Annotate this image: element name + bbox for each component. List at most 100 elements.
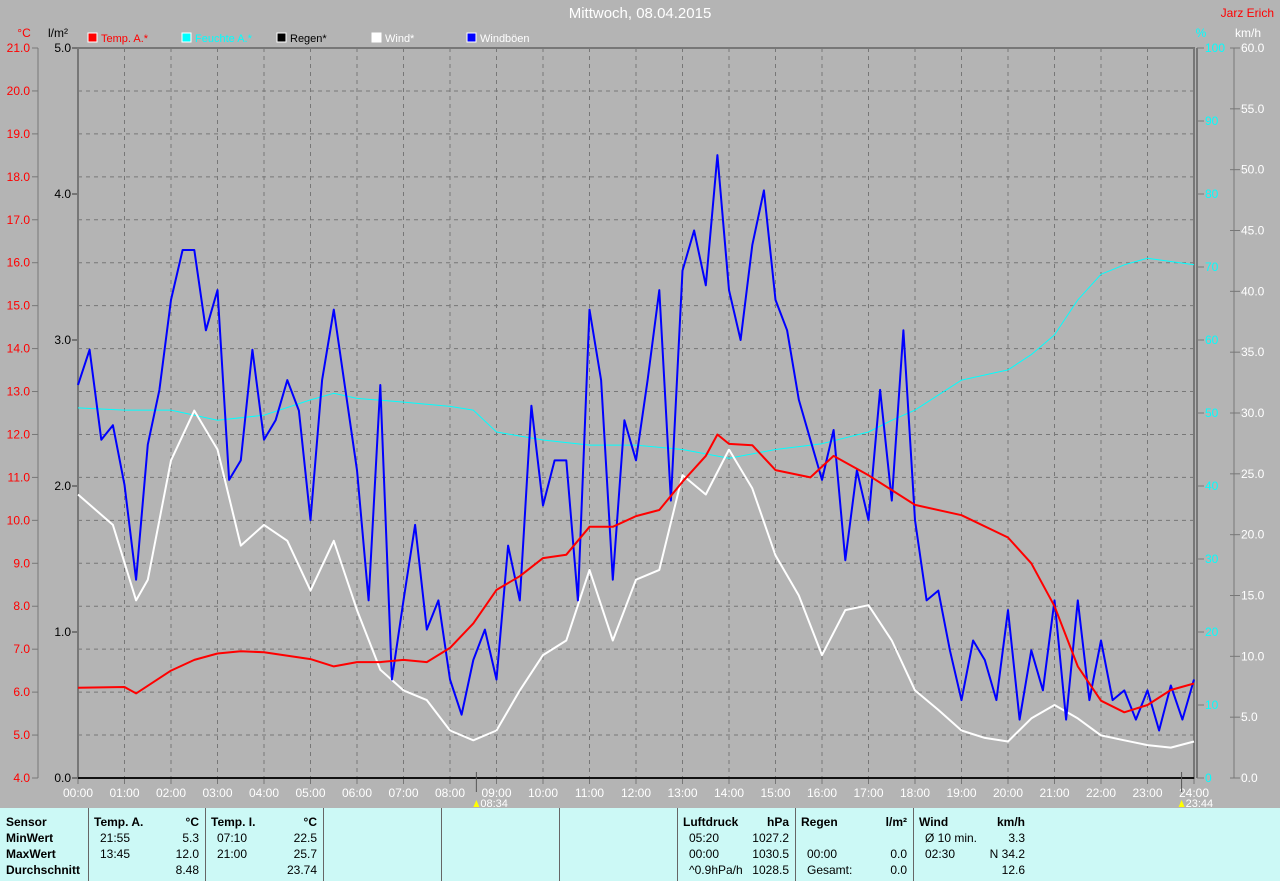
legend-swatch-2 [276,32,287,43]
legend-swatch-1 [181,32,192,43]
humidity-tick-label: 20 [1205,625,1219,639]
x-tick-label: 06:00 [342,786,372,800]
x-tick-label: 15:00 [760,786,790,800]
legend-swatch-3 [371,32,382,43]
temp_a-value: 8.48 [175,863,199,877]
rain-time: Gesamt: [807,863,853,877]
wind-tick-label: 10.0 [1241,649,1265,663]
x-tick-label: 01:00 [109,786,139,800]
rain-unit: l/m² [885,815,907,829]
pressure-time: 05:20 [689,831,720,845]
temp_i-time: 21:00 [217,847,248,861]
annotation-label: 23:44 [1186,798,1214,808]
temp-unit-label: °C [17,26,31,40]
series-line-temp-a- [77,433,1195,714]
wind-tick-label: 20.0 [1241,528,1265,542]
wind-time: Ø 10 min. [925,831,978,845]
summary-panel: Sensor MinWert MaxWert Durchschnitt Temp… [0,808,1280,881]
wind-value: N 34.2 [989,847,1025,861]
pressure-time: 00:00 [689,847,720,861]
row-label-min: MinWert [6,831,54,845]
x-tick-label: 18:00 [900,786,930,800]
x-tick-label: 22:00 [1086,786,1116,800]
wind-header: Wind [919,815,949,829]
x-tick-label: 16:00 [807,786,837,800]
row-label-max: MaxWert [6,847,56,861]
wind-tick-label: 5.0 [1241,710,1258,724]
wind-column: Wind km/h Ø 10 min. 3.3 02:30 N 34.2 12.6 [913,808,1031,881]
x-tick-label: 05:00 [295,786,325,800]
temp-tick-label: 11.0 [8,470,31,484]
pressure-value: 1028.5 [752,863,789,877]
x-tick-label: 17:00 [853,786,883,800]
rain-value: 0.0 [890,847,907,861]
temp-tick-label: 12.0 [7,427,31,441]
wind-tick-label: 0.0 [1241,771,1258,785]
legend-label: Feuchte A.* [195,33,253,45]
pressure-header: Luftdruck [683,815,739,829]
temp-tick-label: 19.0 [7,127,31,141]
x-tick-label: 20:00 [993,786,1023,800]
wind-tick-label: 40.0 [1241,284,1265,298]
x-tick-label: 21:00 [1039,786,1069,800]
pressure-time: ^0.9hPa/h [689,863,743,877]
temp_a-unit: °C [185,815,199,829]
x-tick-label: 23:00 [1132,786,1162,800]
temp-tick-label: 15.0 [7,299,31,313]
empty-column [323,808,442,881]
humidity-unit-label: % [1196,26,1207,40]
row-label-avg: Durchschnitt [6,863,81,877]
temp-tick-label: 17.0 [7,213,31,227]
moon-icon [1178,800,1185,807]
wind-tick-label: 60.0 [1241,41,1265,55]
x-tick-label: 03:00 [202,786,232,800]
wind-tick-label: 25.0 [1241,467,1265,481]
wind-unit: km/h [996,815,1025,829]
legend-label: Temp. A.* [101,33,149,45]
rain-tick-label: 1.0 [54,625,71,639]
sensor-column: Sensor MinWert MaxWert Durchschnitt [0,808,89,881]
humidity-tick-label: 80 [1205,187,1219,201]
temp_i-unit: °C [303,815,317,829]
temp_i-time: 07:10 [217,831,248,845]
humidity-tick-label: 50 [1205,406,1219,420]
humidity-tick-label: 70 [1205,260,1219,274]
temp-tick-label: 16.0 [7,256,31,270]
x-tick-label: 07:00 [388,786,418,800]
rain-value: 0.0 [890,863,907,877]
temp-tick-label: 14.0 [7,342,31,356]
legend-label: Wind* [385,33,415,45]
x-tick-label: 14:00 [714,786,744,800]
temp-tick-label: 9.0 [13,556,30,570]
rain-tick-label: 4.0 [54,187,71,201]
chart-title: Mittwoch, 08.04.2015 [568,5,712,22]
x-tick-label: 10:00 [528,786,558,800]
legend-label: Windböen [480,33,530,45]
sunrise-icon [473,800,480,807]
temp_i-header: Temp. I. [211,815,256,829]
rain-tick-label: 0.0 [54,771,71,785]
humidity-tick-label: 90 [1205,114,1219,128]
humidity-tick-label: 10 [1205,698,1219,712]
temp-tick-label: 20.0 [7,84,31,98]
temp-a-column: Temp. A. °C 21:55 5.3 13:45 12.0 8.48 [88,808,206,881]
humidity-tick-label: 40 [1205,479,1219,493]
rain-tick-label: 5.0 [54,41,71,55]
wind-tick-label: 30.0 [1241,406,1265,420]
rain-tick-label: 2.0 [54,479,71,493]
temp-tick-label: 7.0 [13,642,30,656]
temp-tick-label: 6.0 [13,685,30,699]
wind-time: 02:30 [925,847,956,861]
author-label: Jarz Erich [1220,6,1274,20]
rain-unit-label: l/m² [48,26,68,40]
humidity-tick-label: 30 [1205,552,1219,566]
x-tick-label: 11:00 [575,786,604,800]
wind-tick-label: 55.0 [1241,102,1265,116]
temp-tick-label: 18.0 [7,170,31,184]
x-tick-label: 08:00 [435,786,465,800]
rain-header: Regen [801,815,838,829]
annotation-label: 08:34 [480,798,508,808]
pressure-unit: hPa [766,815,789,829]
pressure-column: Luftdruck hPa 05:20 1027.2 00:00 1030.5 ^0.9hP… [677,808,796,881]
rain-column: Regen l/m² 00:00 0.0 Gesamt: 0.0 [795,808,914,881]
